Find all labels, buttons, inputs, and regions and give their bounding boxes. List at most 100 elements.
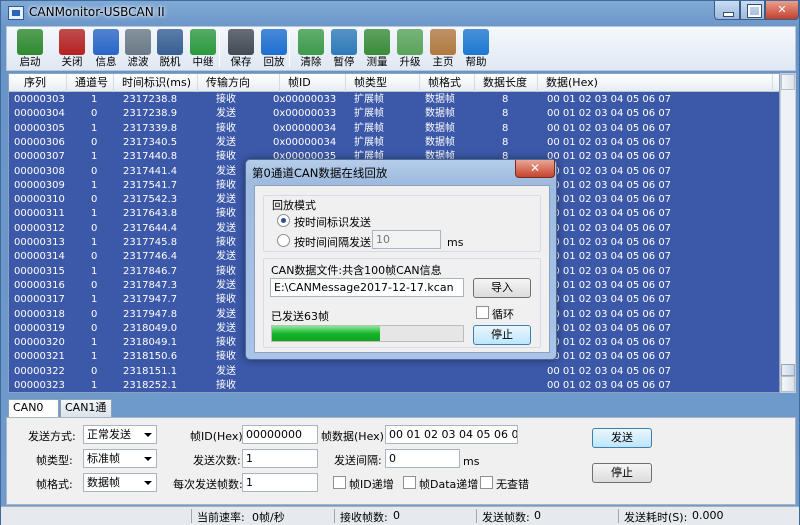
interval-mode-label: 按时间间隔发送 <box>294 236 371 249</box>
data-increment-checkbox[interactable] <box>403 476 416 489</box>
table-cell: 8 <box>502 94 509 105</box>
tool-close-button[interactable]: 关闭 <box>55 28 89 70</box>
loop-checkbox[interactable] <box>476 306 489 319</box>
tool-replay-button[interactable]: 回放 <box>257 28 291 70</box>
tool-measure-button[interactable]: 测量 <box>360 28 394 70</box>
table-cell: 2317644.4 <box>123 222 178 234</box>
offline-icon <box>157 29 183 55</box>
table-cell: 00000319 <box>14 322 65 334</box>
send-mode-label: 发送方式: <box>28 430 76 443</box>
table-cell: 0x00000034 <box>273 122 337 134</box>
column-header[interactable]: 帧ID <box>280 74 346 92</box>
table-cell: 00000312 <box>14 222 65 234</box>
file-path-input[interactable]: E:\CANMessage2017-12-17.kcan <box>270 278 464 297</box>
import-button[interactable]: 导入 <box>473 278 531 298</box>
pause-icon <box>331 29 357 55</box>
minimize-button[interactable] <box>714 1 740 20</box>
tab-can0[interactable]: CAN0通道 <box>8 399 59 430</box>
stop-send-button[interactable]: 停止 <box>592 463 652 483</box>
status-bar: 当前速率: 0帧/秒 接收帧数: 0 发送帧数: 0 发送耗时(S): 0.00… <box>1 506 799 525</box>
timestamp-mode-radio[interactable] <box>277 214 290 227</box>
column-header[interactable]: 帧类型 <box>346 74 420 92</box>
frame-type-select[interactable]: 标准帧 <box>83 449 157 468</box>
table-row[interactable]: 00000304 0 2317238.9 发送 0x00000033 扩展帧 数据帧 8 00 … <box>9 107 779 121</box>
table-row[interactable]: 00000322 0 2318151.1 发送 00 01 02 03 04 05 06… <box>9 365 779 379</box>
send-interval-input[interactable]: 0 <box>385 449 460 468</box>
tool-start-button[interactable]: 启动 <box>13 28 47 70</box>
id-increment-checkbox[interactable] <box>333 476 346 489</box>
tool-save-button[interactable]: 保存 <box>224 28 258 70</box>
timestamp-mode-label: 按时间标识发送 <box>294 216 371 229</box>
interval-unit: ms <box>447 236 464 249</box>
id-increment-label: 帧ID递增 <box>349 478 394 491</box>
tool-relay-label: 中继 <box>192 56 214 68</box>
frame-data-label: 帧数据(Hex): <box>321 430 388 443</box>
frame-id-input[interactable]: 00000000 <box>242 425 318 444</box>
recv-label: 接收帧数: <box>340 511 388 524</box>
tool-clear-button[interactable]: 清除 <box>294 28 328 70</box>
table-cell: 1 <box>91 208 98 220</box>
tool-filter-button[interactable]: 滤波 <box>121 28 155 70</box>
column-header[interactable]: 传输方向 <box>198 74 280 92</box>
frame-data-input[interactable]: 00 01 02 03 04 05 06 07 <box>385 425 518 444</box>
no-error-checkbox[interactable] <box>480 476 493 489</box>
tool-offline-button[interactable]: 脱机 <box>153 28 187 70</box>
tab-can1[interactable]: CAN1通道 <box>60 399 112 430</box>
frame-format-select[interactable]: 数据帧 <box>83 473 157 492</box>
tool-home-button[interactable]: 主页 <box>426 28 460 70</box>
tool-upgrade-button[interactable]: 升级 <box>393 28 427 70</box>
tool-help-label: 帮助 <box>465 56 487 68</box>
column-header[interactable]: 时间标识(ms) <box>114 74 198 92</box>
table-cell: 00 01 02 03 04 05 06 07 <box>547 179 672 191</box>
tool-info-button[interactable]: 信息 <box>89 28 123 70</box>
frame-id-label: 帧ID(Hex): <box>190 430 247 443</box>
close-window-button[interactable]: ✕ <box>765 1 799 20</box>
replay-stop-button[interactable]: 停止 <box>473 325 531 345</box>
send-count-input[interactable]: 1 <box>242 449 318 468</box>
dialog-title: 第0通道CAN数据在线回放 <box>252 166 388 180</box>
interval-input[interactable]: 10 <box>372 230 441 249</box>
column-header[interactable]: 序列 <box>16 74 67 92</box>
table-cell: 2317340.5 <box>123 136 178 148</box>
table-cell: 接收 <box>216 294 236 306</box>
table-cell: 00 01 02 03 04 05 06 07 <box>547 380 672 391</box>
table-cell: 00 01 02 03 04 05 06 07 <box>547 279 672 291</box>
close-device-icon <box>59 29 85 55</box>
elapsed-label: 发送耗时(S): <box>624 511 688 524</box>
table-cell: 2318151.1 <box>123 365 178 377</box>
per-send-input[interactable]: 1 <box>242 473 318 492</box>
table-cell: 1 <box>91 122 98 134</box>
vertical-scrollbar[interactable] <box>780 73 796 393</box>
table-cell: 0 <box>91 365 98 377</box>
tool-pause-button[interactable]: 暂停 <box>327 28 361 70</box>
dialog-close-button[interactable]: ✕ <box>515 160 555 178</box>
column-header[interactable]: 帧格式 <box>420 74 475 92</box>
maximize-button[interactable] <box>740 1 765 20</box>
interval-mode-radio[interactable] <box>277 234 290 247</box>
scroll-thumb[interactable] <box>781 364 795 376</box>
table-row[interactable]: 00000305 1 2317339.8 接收 0x00000034 扩展帧 数据帧 8 00 … <box>9 122 779 136</box>
relay-icon <box>190 29 216 55</box>
table-cell: 0 <box>91 194 98 206</box>
table-row[interactable]: 00000323 1 2318252.1 接收 00 01 02 03 04 05 06… <box>9 379 779 392</box>
table-row[interactable]: 00000303 1 2317238.8 接收 0x00000033 扩展帧 数据帧 8 00 … <box>9 93 779 107</box>
tool-relay-button[interactable]: 中继 <box>186 28 220 70</box>
send-button[interactable]: 发送 <box>592 428 652 448</box>
column-header[interactable]: 数据长度 <box>475 74 538 92</box>
table-cell: 8 <box>502 108 509 120</box>
title-bar[interactable]: CANMonitor-USBCAN II ✕ <box>1 1 799 25</box>
scroll-up-arrow-icon[interactable] <box>781 74 795 90</box>
tool-help-button[interactable]: 帮助 <box>459 28 493 70</box>
column-header[interactable]: 数据(Hex) <box>538 74 773 92</box>
table-cell: 1 <box>91 265 98 277</box>
tool-upgrade-label: 升级 <box>399 56 421 68</box>
rate-value: 0帧/秒 <box>252 511 285 524</box>
tool-pause-label: 暂停 <box>333 56 355 68</box>
replay-mode-label: 回放模式 <box>270 197 318 213</box>
column-header[interactable]: 通道号 <box>67 74 114 92</box>
scroll-down-arrow-icon[interactable] <box>781 376 795 392</box>
send-mode-select[interactable]: 正常发送 <box>83 425 157 444</box>
table-cell: 2318049.1 <box>123 337 178 349</box>
table-row[interactable]: 00000306 0 2317340.5 发送 0x00000034 扩展帧 数据帧 8 00 … <box>9 136 779 150</box>
help-icon <box>463 29 489 55</box>
